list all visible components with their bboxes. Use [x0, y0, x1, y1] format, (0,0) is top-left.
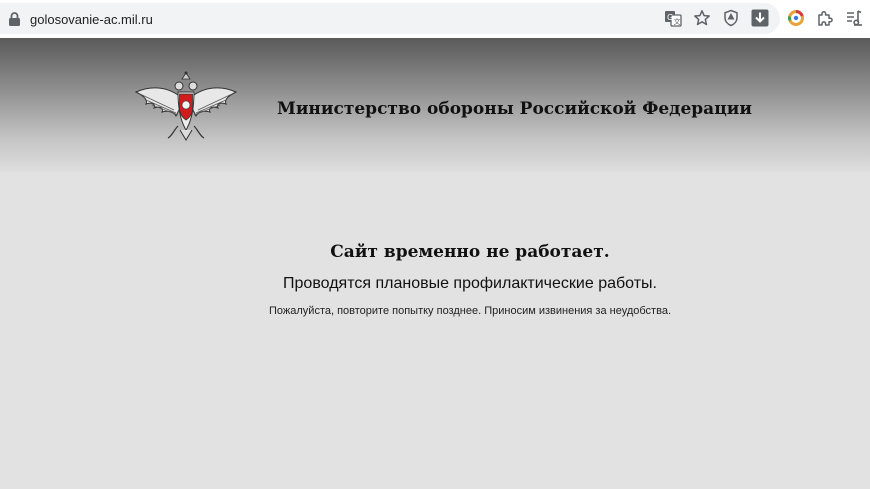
address-bar[interactable]: golosovanie-ac.mil.ru	[0, 3, 780, 34]
reading-list-icon[interactable]	[845, 9, 863, 27]
shield-icon[interactable]	[722, 9, 740, 27]
double-headed-eagle-emblem-icon[interactable]	[132, 70, 240, 142]
star-icon[interactable]	[693, 9, 711, 27]
extension-color-icon[interactable]	[787, 9, 805, 27]
lock-icon[interactable]	[8, 12, 21, 26]
maintenance-note: Пожалуйста, повторите попытку позднее. П…	[269, 305, 671, 317]
url-text[interactable]: golosovanie-ac.mil.ru	[30, 12, 153, 27]
download-icon[interactable]	[751, 9, 769, 27]
browser-toolbar: golosovanie-ac.mil.ru G文	[0, 0, 870, 38]
ministry-title: Министерство обороны Российской Федераци…	[277, 99, 752, 119]
puzzle-icon[interactable]	[816, 9, 834, 27]
translate-icon[interactable]: G文	[664, 9, 682, 27]
maintenance-title: Сайт временно не работает.	[330, 242, 610, 262]
maintenance-subtitle: Проводятся плановые профилактические раб…	[283, 275, 657, 292]
site-header: Министерство обороны Российской Федераци…	[0, 38, 870, 172]
svg-text:文: 文	[674, 17, 681, 26]
svg-text:G: G	[667, 13, 673, 22]
